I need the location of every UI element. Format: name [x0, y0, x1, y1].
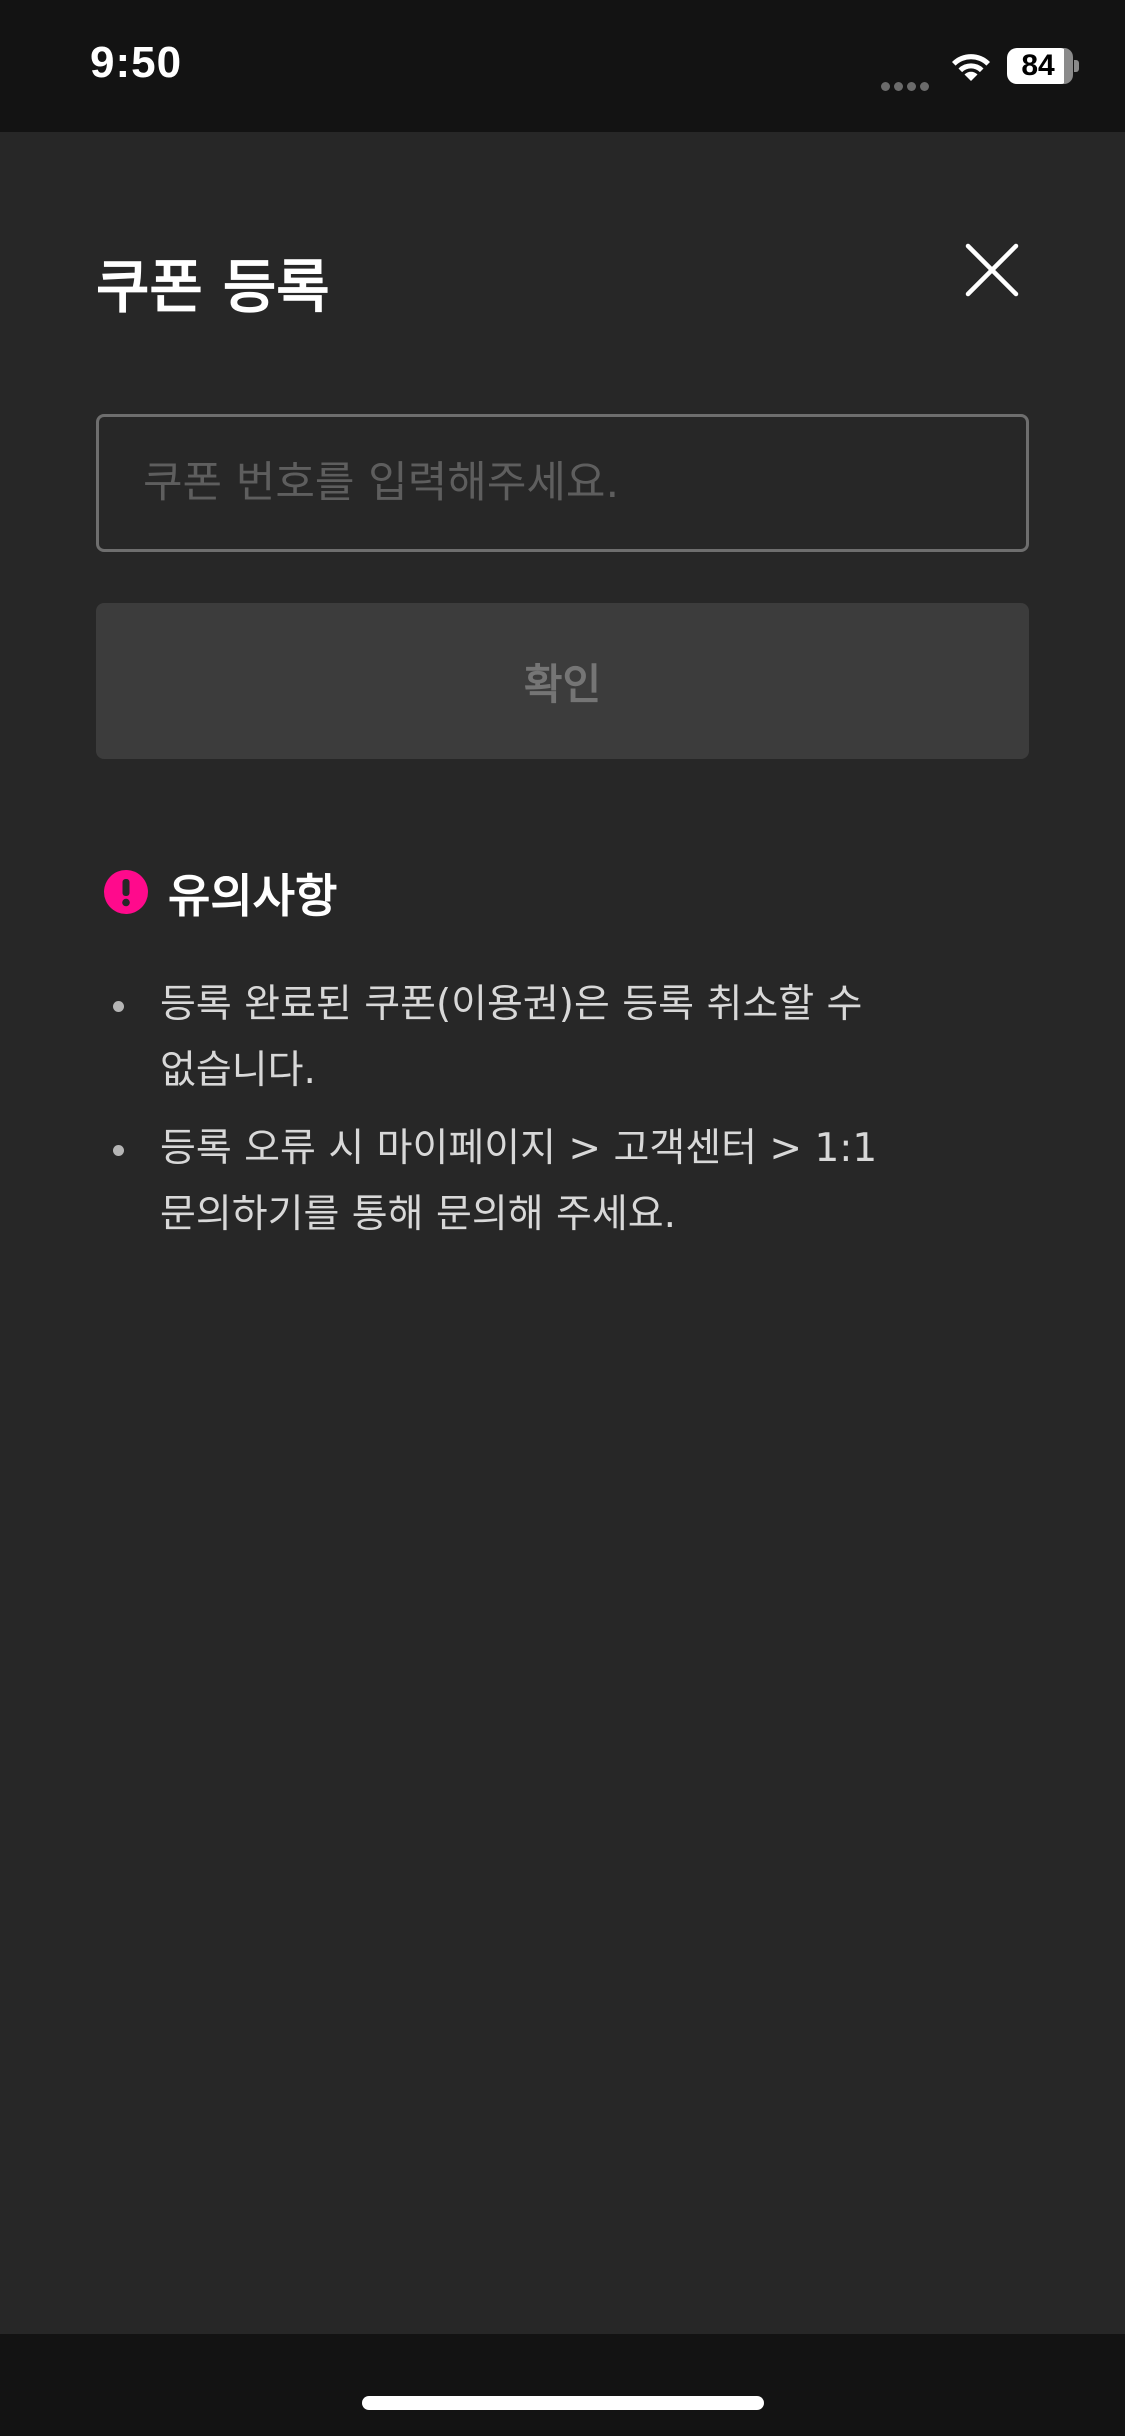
status-time: 9:50	[90, 38, 183, 87]
notice-item: 등록 오류 시 마이페이지 > 고객센터 > 1:1 문의하기를 통해 문의해 …	[110, 1116, 1030, 1248]
close-icon	[965, 243, 1019, 297]
home-indicator-area	[0, 2334, 1125, 2436]
notice-item: 등록 완료된 쿠폰(이용권)은 등록 취소할 수 없습니다.	[110, 972, 1030, 1104]
confirm-button[interactable]: 확인	[96, 603, 1029, 759]
status-bar: 9:50 84	[0, 0, 1125, 132]
cellular-signal-icon	[881, 76, 933, 91]
notice-list: 등록 완료된 쿠폰(이용권)은 등록 취소할 수 없습니다. 등록 오류 시 마…	[110, 972, 1030, 1260]
exclamation-circle-icon	[104, 870, 148, 914]
notice-item-text: 등록 완료된 쿠폰(이용권)은 등록 취소할 수 없습니다.	[160, 982, 863, 1093]
close-button[interactable]	[956, 234, 1028, 306]
battery-icon: 84	[1007, 48, 1079, 84]
home-indicator[interactable]	[362, 2396, 764, 2410]
notice-title: 유의사항	[168, 869, 338, 923]
page-title: 쿠폰 등록	[96, 253, 330, 321]
bullet-icon	[113, 1145, 124, 1156]
bullet-icon	[113, 1001, 124, 1012]
coupon-register-screen: 9:50 84 쿠폰 등록 확인	[0, 0, 1125, 2436]
notice-item-text: 등록 오류 시 마이페이지 > 고객센터 > 1:1 문의하기를 통해 문의해 …	[160, 1126, 878, 1237]
wifi-icon	[952, 54, 990, 81]
battery-level: 84	[1021, 49, 1055, 82]
coupon-sheet: 쿠폰 등록 확인 유의사항 등록 완료된 쿠폰(이용권)은 등록 취소할 수 없…	[0, 132, 1125, 2334]
coupon-code-input[interactable]	[96, 414, 1029, 552]
